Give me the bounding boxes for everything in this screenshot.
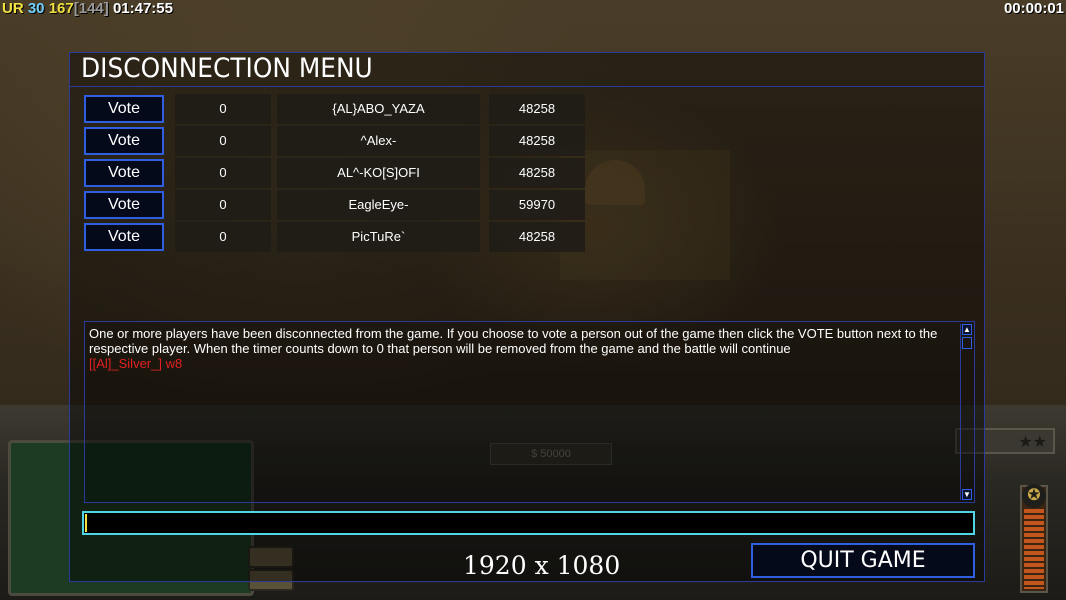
stats-value-1: 30 [27,0,45,17]
player-name: ^Alex- [277,126,480,156]
game-timer: 00:00:01 [1003,0,1064,17]
player-row: Vote 0 PicTuRe` 48258 [84,222,604,252]
player-name: AL^-KO[S]OFI [277,158,480,188]
text-caret [85,514,87,532]
player-row: Vote 0 AL^-KO[S]OFI 48258 [84,158,604,188]
dialog-title: DISCONNECTION MENU [81,53,373,84]
star-emblem-icon: ✪ [1022,484,1046,508]
player-ping: 48258 [489,126,585,156]
stats-value-2: 167 [48,0,74,17]
vote-count: 0 [175,126,271,156]
vote-count: 0 [175,94,271,124]
scroll-thumb[interactable] [962,337,972,349]
stats-value-3: [144] [73,0,109,17]
hud-power-fill [1024,509,1044,589]
stats-label: UR [2,0,24,17]
player-row: Vote 0 {AL}ABO_YAZA 48258 [84,94,604,124]
player-row: Vote 0 ^Alex- 48258 [84,126,604,156]
title-divider [69,86,985,87]
chat-log: One or more players have been disconnect… [84,321,975,503]
disconnect-message: One or more players have been disconnect… [89,326,938,356]
player-row: Vote 0 EagleEye- 59970 [84,190,604,220]
vote-count: 0 [175,158,271,188]
vote-count: 0 [175,222,271,252]
vote-button[interactable]: Vote [84,223,164,251]
player-chat-line: [[Al]_Silver_] w8 [89,356,183,371]
player-name: PicTuRe` [277,222,480,252]
player-name: EagleEye- [277,190,480,220]
player-ping: 59970 [489,190,585,220]
player-name: {AL}ABO_YAZA [277,94,480,124]
vote-button[interactable]: Vote [84,127,164,155]
overlay-stats: UR 30 167[144] 01:47:55 [0,0,173,18]
chat-input[interactable] [82,511,975,535]
vote-button[interactable]: Vote [84,159,164,187]
quit-game-button[interactable]: QUIT GAME [751,543,975,578]
chat-scrollbar[interactable]: ▲ ▼ [960,324,973,500]
player-ping: 48258 [489,158,585,188]
scroll-down-arrow-icon[interactable]: ▼ [962,489,972,500]
vote-button[interactable]: Vote [84,95,164,123]
chat-text: One or more players have been disconnect… [89,326,959,371]
vote-count: 0 [175,190,271,220]
stats-clock: 01:47:55 [112,0,173,17]
player-ping: 48258 [489,94,585,124]
scroll-up-arrow-icon[interactable]: ▲ [962,324,972,335]
player-ping: 48258 [489,222,585,252]
vote-button[interactable]: Vote [84,191,164,219]
resolution-overlay-text: 1920 x 1080 [463,551,621,580]
